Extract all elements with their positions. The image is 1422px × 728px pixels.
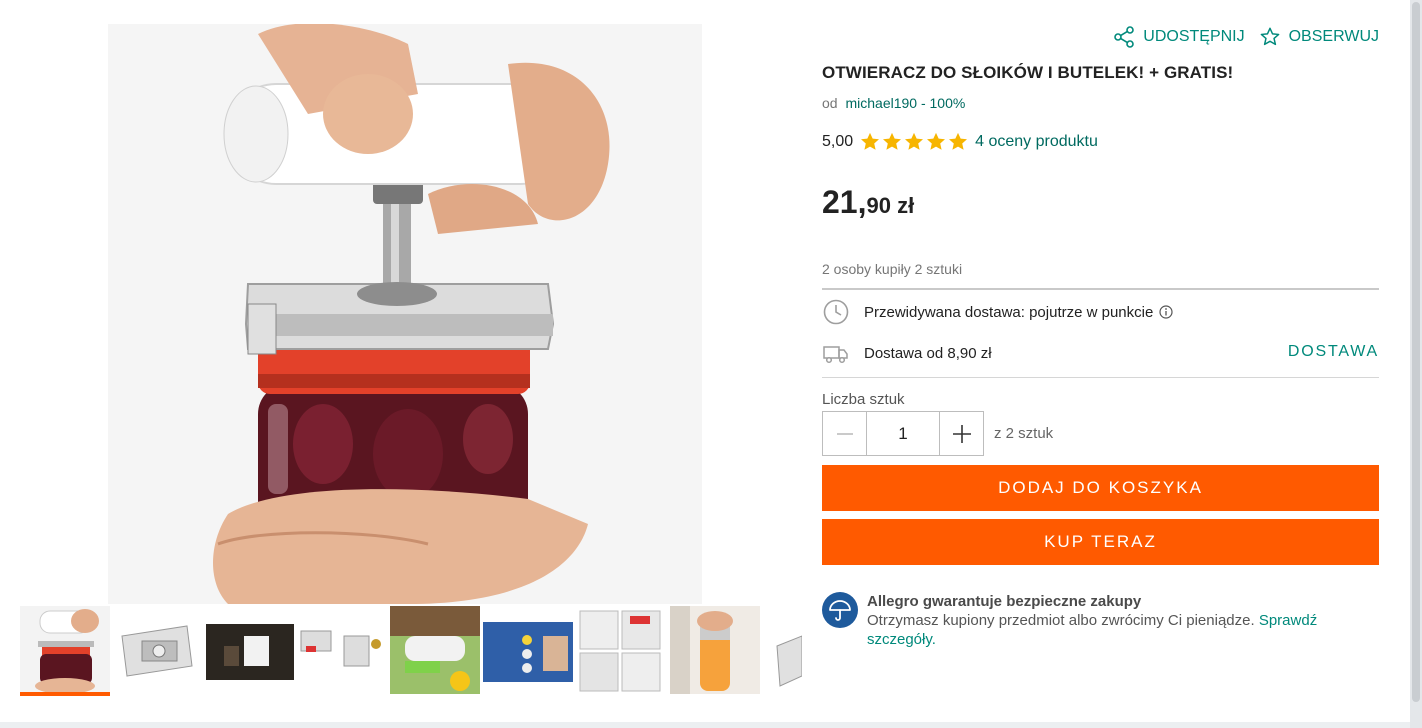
star-icon [883,132,902,150]
quantity-stepper: 1 z 2 sztuk [822,411,1053,456]
guarantee-description: Otrzymasz kupiony przedmiot albo zwrócim… [867,612,1255,629]
expected-delivery-text: Przewidywana dostawa: pojutrze w punkcie [864,303,1154,321]
rating-value: 5,00 [822,133,854,150]
minus-icon [836,432,853,435]
seller-prefix: od [822,95,838,111]
follow-button[interactable]: OBSERWUJ [1259,26,1379,48]
thumbnail-6[interactable] [483,606,573,694]
delivery-cost: Dostawa od 8,90 zł [822,339,992,367]
guarantee-text: Otrzymasz kupiony przedmiot albo zwrócim… [867,611,1379,649]
purchase-count: 2 osoby kupiły 2 sztuki [822,261,963,277]
seller-info: od michael190 - 100% [822,95,965,111]
product-title: OTWIERACZ DO SŁOIKÓW I BUTELEK! + GRATIS… [822,63,1234,82]
rating-count-link[interactable]: 4 oceny produktu [975,133,1098,151]
share-label: UDOSTĘPNIJ [1143,28,1245,45]
star-icon [905,132,924,150]
star-icon [949,132,968,150]
divider [822,377,1379,378]
seller-link[interactable]: michael190 - 100% [845,95,965,111]
decrease-button[interactable] [822,411,867,456]
top-actions: UDOSTĘPNIJ OBSERWUJ [1113,26,1379,48]
product-page: UDOSTĘPNIJ OBSERWUJ OTWIERACZ DO SŁOIKÓW… [0,0,1410,722]
quantity-label: Liczba sztuk [822,391,905,408]
follow-label: OBSERWUJ [1288,28,1379,45]
thumbnail-8[interactable] [670,606,760,694]
price-decimal: 90 zł [866,193,915,218]
scrollbar[interactable] [1410,0,1422,728]
truck-icon [823,346,848,364]
star-icon [861,132,880,150]
thumbnail-1[interactable] [20,606,110,696]
delivery-link[interactable]: DOSTAWA [1288,343,1379,361]
share-icon [1114,26,1135,48]
buy-now-button[interactable]: KUP TERAZ [822,519,1379,565]
increase-button[interactable] [939,411,984,456]
info-icon[interactable] [1159,305,1173,319]
main-product-image[interactable] [108,24,702,604]
quantity-available: z 2 sztuk [994,425,1054,442]
add-to-cart-button[interactable]: DODAJ DO KOSZYKA [822,465,1379,511]
star-outline-icon [1260,27,1279,46]
delivery-cost-text: Dostawa od 8,90 zł [864,344,992,362]
price: 21,90 zł [822,184,914,221]
thumbnail-5[interactable] [390,606,480,694]
rating-stars [859,131,969,153]
quantity-input[interactable]: 1 [867,411,939,456]
clock-icon [823,299,849,325]
thumbnail-4[interactable] [296,606,386,694]
guarantee-title: Allegro gwarantuje bezpieczne zakupy [867,593,1142,610]
price-integer: 21, [822,184,867,220]
plus-icon [952,424,971,443]
thumbnail-3[interactable] [204,606,294,694]
product-rating: 5,00 4 oceny produktu [822,131,1098,153]
umbrella-shield-icon [822,592,858,628]
thumbnail-7[interactable] [575,606,665,694]
thumbnail-strip [20,606,802,698]
share-button[interactable]: UDOSTĘPNIJ [1113,26,1245,48]
expected-delivery: Przewidywana dostawa: pojutrze w punkcie [822,298,1173,326]
divider [822,288,1379,290]
guarantee-content: Allegro gwarantuje bezpieczne zakupy Otr… [867,592,1379,649]
star-icon [927,132,946,150]
scrollbar-thumb[interactable] [1412,2,1420,702]
thumbnail-2[interactable] [112,606,202,694]
thumbnail-9[interactable] [762,606,802,694]
safe-purchase-guarantee: Allegro gwarantuje bezpieczne zakupy Otr… [822,592,1379,649]
